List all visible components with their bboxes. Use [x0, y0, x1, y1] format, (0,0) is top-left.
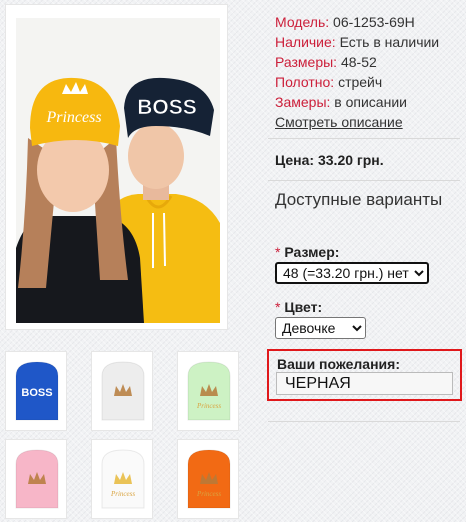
beanie-thumbnail-image: BOSS [15, 361, 59, 421]
spec-fabric: Полотно: стрейч [275, 74, 383, 90]
wishes-box: Ваши пожелания: ЧЕРНАЯ [267, 349, 462, 401]
main-product-image[interactable]: Princess BOSS [5, 4, 228, 330]
thumbnail-2[interactable] [91, 351, 153, 431]
spec-sizes: Размеры: 48-52 [275, 54, 377, 70]
color-select[interactable]: Девочке [275, 317, 366, 339]
size-select[interactable]: 48 (=33.20 грн.) нет [275, 262, 429, 284]
thumbnail-1[interactable]: BOSS [5, 351, 67, 431]
thumbnail-3[interactable]: Princess [177, 351, 239, 431]
beanie-thumbnail-image: Princess [187, 361, 231, 421]
spec-availability: Наличие: Есть в наличии [275, 34, 440, 50]
variants-title: Доступные варианты [275, 190, 443, 209]
thumbnail-hat-text: Princess [110, 490, 135, 498]
divider [268, 138, 460, 139]
thumbnail-hat-text: Princess [196, 402, 221, 410]
thumbnail-hat-text: BOSS [21, 387, 52, 399]
spec-measurements: Замеры: в описании [275, 94, 407, 110]
wishes-label: Ваши пожелания: [277, 356, 400, 372]
product-specs: Модель: 06-1253-69Н Наличие: Есть в нали… [275, 12, 460, 132]
thumbnail-6[interactable]: Princess [177, 439, 239, 519]
beanie-thumbnail-image: Princess [101, 449, 145, 509]
color-label: * Цвет: [275, 299, 323, 315]
thumbnail-hat-text: Princess [196, 490, 221, 498]
wishes-input[interactable]: ЧЕРНАЯ [276, 372, 453, 395]
beanie-thumbnail-image [101, 361, 145, 421]
thumbnail-4[interactable] [5, 439, 67, 519]
size-label: * Размер: [275, 244, 340, 260]
spec-model: Модель: 06-1253-69Н [275, 14, 415, 30]
divider [268, 180, 460, 181]
product-photo: Princess BOSS [16, 18, 220, 323]
boss-hat-text: BOSS [137, 96, 197, 119]
divider [268, 421, 460, 422]
thumbnail-5[interactable]: Princess [91, 439, 153, 519]
beanie-thumbnail-image [15, 449, 59, 509]
product-price: Цена: 33.20 грн. [275, 152, 384, 168]
view-description-link[interactable]: Смотреть описание [275, 112, 460, 132]
beanie-thumbnail-image: Princess [187, 449, 231, 509]
princess-hat-text: Princess [45, 109, 101, 126]
